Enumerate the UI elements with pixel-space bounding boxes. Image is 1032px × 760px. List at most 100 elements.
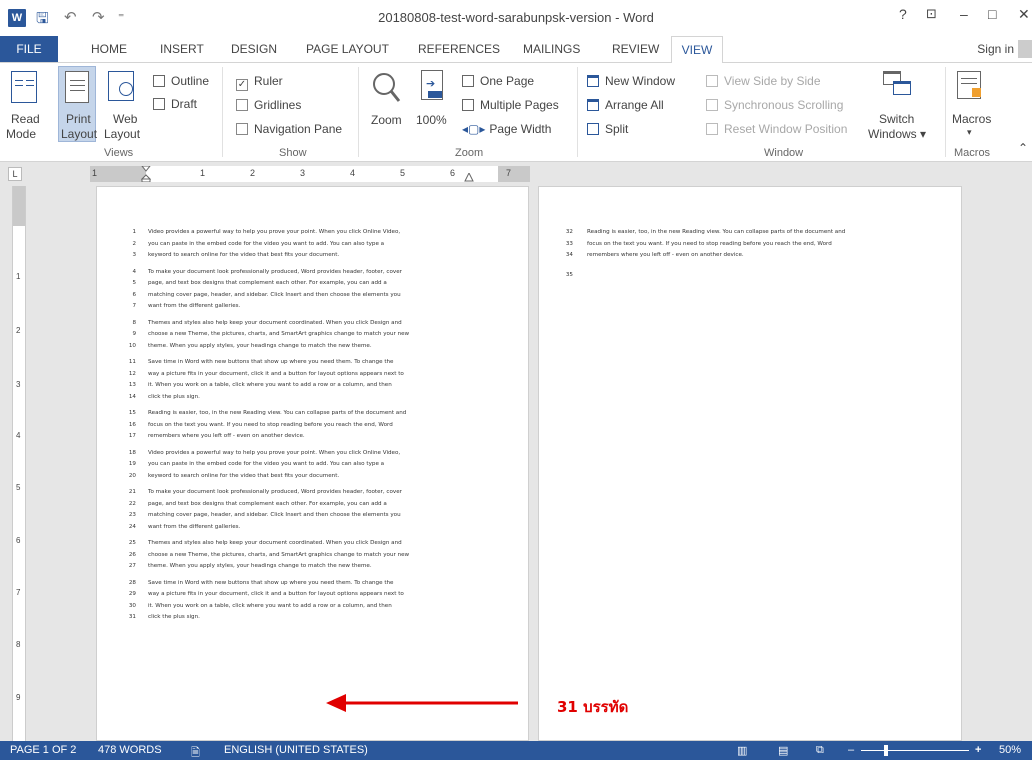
tab-insert[interactable]: INSERT — [160, 42, 204, 56]
tab-review[interactable]: REVIEW — [612, 42, 659, 56]
document-line[interactable]: Reading is easier, too, in the new Readi… — [148, 409, 406, 417]
language-status[interactable]: ENGLISH (UNITED STATES) — [224, 744, 368, 756]
zoom-in-button[interactable]: + — [975, 744, 981, 756]
page-count-status[interactable]: PAGE 1 OF 2 — [10, 744, 76, 756]
close-button[interactable]: ✕ — [1018, 6, 1030, 23]
document-workspace[interactable]: 1 2 3 4 5 6 7 8 9 1 Video provides a powe… — [0, 186, 1032, 741]
web-layout-view-icon[interactable]: ⧉ — [816, 744, 824, 757]
document-line[interactable]: Themes and styles also help keep your do… — [148, 319, 402, 327]
document-line[interactable]: choose a new Theme, the pictures, charts… — [148, 330, 409, 338]
sign-in-link[interactable]: Sign in — [977, 42, 1014, 56]
document-line[interactable]: choose a new Theme, the pictures, charts… — [148, 551, 409, 559]
draft-button[interactable]: Draft — [153, 97, 197, 111]
document-page-1[interactable]: 1 Video provides a powerful way to help y… — [96, 186, 529, 741]
document-line[interactable]: want from the different galleries. — [148, 302, 240, 310]
line-number: 7 — [132, 303, 136, 309]
tab-mailings[interactable]: MAILINGS — [523, 42, 580, 56]
draft-label: Draft — [171, 97, 198, 111]
line-number: 18 — [128, 449, 136, 456]
zoom-level[interactable]: 50% — [999, 744, 1021, 756]
document-line[interactable]: Save time in Word with new buttons that … — [148, 579, 394, 587]
document-line[interactable]: it. When you work on a table, click wher… — [148, 381, 392, 389]
maximize-button[interactable]: □ — [988, 6, 996, 22]
document-line[interactable]: To make your document look professionall… — [148, 488, 402, 496]
minimize-button[interactable]: – — [960, 6, 968, 22]
print-layout-view-icon[interactable]: ▤ — [778, 744, 788, 757]
view-side-by-side-button[interactable]: View Side by Side — [706, 74, 821, 88]
line-number: 25 — [128, 540, 136, 546]
document-line[interactable]: page, and text box designs that compleme… — [148, 279, 387, 287]
document-page-2[interactable]: 32 Reading is easier, too, in the new Rea… — [538, 186, 962, 741]
switch-windows-label-2: Windows ▾ — [868, 127, 927, 141]
document-line[interactable]: way a picture fits in your document, cli… — [148, 370, 404, 378]
document-line[interactable]: keyword to search online for the video t… — [148, 251, 339, 259]
document-line[interactable]: theme. When you apply styles, your headi… — [148, 562, 372, 570]
document-line[interactable]: focus on the text you want. If you need … — [148, 421, 393, 429]
document-line[interactable]: matching cover page, header, and sidebar… — [148, 511, 401, 519]
document-line[interactable]: Save time in Word with new buttons that … — [148, 358, 394, 366]
tab-references[interactable]: REFERENCES — [418, 42, 500, 56]
document-line[interactable]: click the plus sign. — [148, 613, 200, 621]
vruler-number: 9 — [16, 693, 21, 702]
tab-design[interactable]: DESIGN — [231, 42, 277, 56]
line-number: 10 — [128, 342, 136, 349]
zoom-out-button[interactable]: – — [848, 744, 854, 756]
gridlines-checkbox[interactable]: Gridlines — [236, 98, 301, 112]
horizontal-ruler[interactable]: 1 1 2 3 4 5 6 7 — [90, 165, 530, 183]
document-line[interactable]: remembers where you left off - even on a… — [148, 432, 305, 440]
one-page-button[interactable]: One Page — [462, 74, 534, 88]
line-number: 8 — [132, 319, 136, 326]
vertical-ruler[interactable]: 1 2 3 4 5 6 7 8 9 — [12, 186, 26, 741]
zoom-slider-thumb[interactable] — [884, 745, 888, 756]
arrange-all-button[interactable]: Arrange All — [587, 98, 664, 112]
document-line[interactable]: Video provides a powerful way to help yo… — [148, 449, 400, 457]
view-side-by-side-icon — [706, 75, 718, 87]
tab-home[interactable]: HOME — [91, 42, 127, 56]
help-button[interactable]: ? — [899, 6, 907, 22]
document-line[interactable]: keyword to search online for the video t… — [148, 472, 339, 480]
proofing-icon[interactable]: 🗎 — [191, 744, 200, 760]
navigation-pane-label: Navigation Pane — [254, 122, 343, 136]
document-line[interactable]: matching cover page, header, and sidebar… — [148, 291, 401, 299]
indent-marker-icon[interactable] — [140, 165, 152, 183]
document-line[interactable]: Video provides a powerful way to help yo… — [148, 228, 400, 236]
document-line[interactable]: Reading is easier, too, in the new Readi… — [587, 228, 845, 236]
document-line[interactable]: you can paste in the embed code for the … — [148, 240, 384, 248]
document-line[interactable]: remembers where you left off - even on a… — [587, 251, 744, 259]
right-indent-marker-icon[interactable] — [464, 171, 474, 186]
new-window-button[interactable]: New Window — [587, 74, 675, 88]
outline-button[interactable]: Outline — [153, 74, 209, 88]
document-line[interactable]: focus on the text you want. If you need … — [587, 240, 832, 248]
line-number: 16 — [128, 421, 136, 428]
navigation-pane-checkbox[interactable]: Navigation Pane — [236, 122, 342, 136]
line-number: 34 — [565, 252, 573, 258]
ribbon-display-options-button[interactable]: ⊡ — [926, 6, 937, 22]
collapse-ribbon-icon[interactable]: ⌃ — [1018, 141, 1028, 155]
tab-view[interactable]: VIEW — [671, 36, 723, 63]
multiple-pages-button[interactable]: Multiple Pages — [462, 98, 559, 112]
tab-selector[interactable]: L — [8, 167, 22, 181]
tab-page-layout[interactable]: PAGE LAYOUT — [306, 42, 389, 56]
document-line[interactable]: Themes and styles also help keep your do… — [148, 539, 402, 547]
read-mode-view-icon[interactable]: ▥ — [737, 744, 747, 757]
reset-window-position-button[interactable]: Reset Window Position — [706, 122, 847, 136]
document-line[interactable]: page, and text box designs that compleme… — [148, 500, 387, 508]
document-line[interactable]: want from the different galleries. — [148, 523, 240, 531]
document-line[interactable]: it. When you work on a table, click wher… — [148, 602, 392, 610]
page-width-button[interactable]: ◂▢▸ Page Width — [462, 122, 551, 136]
document-line[interactable]: click the plus sign. — [148, 393, 200, 401]
zoom-slider-track[interactable] — [861, 750, 969, 751]
document-line[interactable]: To make your document look professionall… — [148, 268, 402, 276]
ruler-number: 6 — [450, 168, 456, 178]
split-button[interactable]: Split — [587, 122, 628, 136]
document-line[interactable]: you can paste in the embed code for the … — [148, 460, 384, 468]
ruler-checkbox[interactable]: ✓ Ruler — [236, 74, 283, 91]
document-line[interactable]: theme. When you apply styles, your headi… — [148, 342, 372, 350]
tab-file[interactable]: FILE — [0, 36, 58, 62]
checkmark-icon: ✓ — [236, 79, 248, 91]
word-count-status[interactable]: 478 WORDS — [98, 744, 162, 756]
magnifier-icon — [373, 73, 401, 102]
account-avatar[interactable] — [1018, 40, 1032, 58]
synchronous-scrolling-button[interactable]: Synchronous Scrolling — [706, 98, 843, 112]
document-line[interactable]: way a picture fits in your document, cli… — [148, 590, 404, 598]
